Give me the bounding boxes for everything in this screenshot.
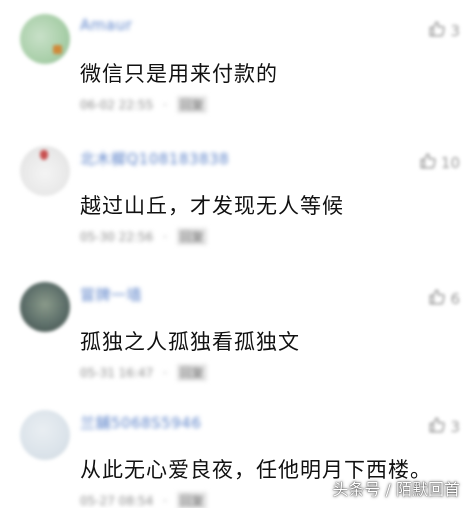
- meta-separator: ·: [163, 230, 167, 244]
- reply-button[interactable]: 回复: [176, 96, 207, 113]
- watermark: 头条号 / 陌默回首: [332, 480, 460, 499]
- comment-username[interactable]: 冒牌一墙: [80, 284, 142, 305]
- like-count: 3: [450, 22, 460, 40]
- avatar[interactable]: [20, 14, 70, 64]
- like-count: 10: [440, 154, 460, 172]
- like-button[interactable]: 6: [428, 288, 460, 310]
- reply-button[interactable]: 回复: [176, 228, 207, 245]
- meta-separator: ·: [163, 366, 167, 380]
- thumbs-up-icon: [428, 20, 446, 42]
- comment-list: Amaur 微信只是用来付款的 06-02 22:55 · 回复 3 北木樨Q1…: [0, 0, 474, 508]
- comment-username[interactable]: 北木樨Q108183838: [80, 148, 229, 169]
- thumbs-up-icon: [428, 288, 446, 310]
- comment-text: 孤独之人孤独看孤独文: [80, 330, 300, 354]
- comment-text: 越过山丘，才发现无人等候: [80, 194, 344, 218]
- avatar[interactable]: [20, 282, 70, 332]
- comment-date: 05-31 16:47: [80, 366, 154, 380]
- thumbs-up-icon: [428, 416, 446, 438]
- comment-username[interactable]: Amaur: [80, 16, 132, 34]
- reply-button[interactable]: 回复: [176, 364, 207, 381]
- comment-meta: 06-02 22:55 · 回复: [80, 96, 207, 113]
- like-count: 6: [450, 290, 460, 308]
- avatar[interactable]: [20, 410, 70, 460]
- comment-date: 05-30 22:56: [80, 230, 154, 244]
- comment-date: 06-02 22:55: [80, 98, 154, 112]
- comment-text: 微信只是用来付款的: [80, 62, 278, 86]
- comment-meta: 05-27 08:54 · 回复: [80, 492, 207, 508]
- comment-username[interactable]: 兰舖5068S5946: [80, 412, 201, 433]
- comment-meta: 05-30 22:56 · 回复: [80, 228, 207, 245]
- comment-date: 05-27 08:54: [80, 494, 154, 508]
- meta-separator: ·: [163, 98, 167, 112]
- comment-meta: 05-31 16:47 · 回复: [80, 364, 207, 381]
- like-button[interactable]: 10: [419, 152, 460, 174]
- like-button[interactable]: 3: [428, 20, 460, 42]
- like-button[interactable]: 3: [428, 416, 460, 438]
- avatar[interactable]: [20, 146, 70, 196]
- like-count: 3: [450, 418, 460, 436]
- reply-button[interactable]: 回复: [176, 492, 207, 508]
- thumbs-up-icon: [419, 152, 437, 174]
- meta-separator: ·: [163, 494, 167, 508]
